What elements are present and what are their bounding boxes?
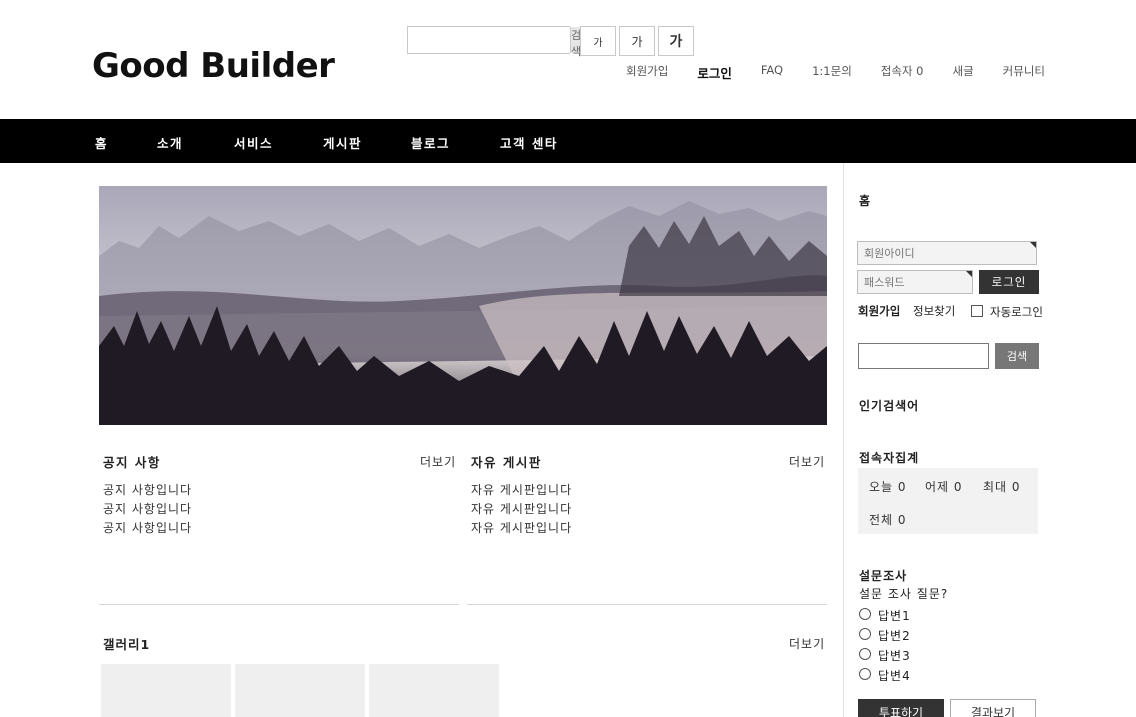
nav-item-about[interactable]: 소개 (157, 133, 183, 152)
stat-total: 전체 0 (869, 513, 907, 527)
auto-login-checkbox[interactable] (971, 305, 983, 317)
sidebar-home-link[interactable]: 홈 (859, 192, 870, 209)
stat-today: 오늘 0 (869, 480, 907, 494)
nav-item-blog[interactable]: 블로그 (411, 133, 450, 152)
header-link-community[interactable]: 커뮤니티 (1003, 63, 1045, 82)
poll-option-radio[interactable] (859, 608, 871, 620)
sidebar-search-button[interactable]: 검색 (995, 343, 1039, 369)
visitor-stats-box: 오늘 0 어제 0 최대 0 전체 0 (858, 468, 1038, 534)
header-links: 회원가입 로그인 FAQ 1:1문의 접속자 0 새글 커뮤니티 (597, 63, 1045, 82)
find-info-link[interactable]: 정보찾기 (913, 303, 955, 319)
stat-yesterday: 어제 0 (925, 480, 963, 494)
free-board-title[interactable]: 자유 게시판 (471, 452, 542, 471)
notice-board-title[interactable]: 공지 사항 (103, 452, 161, 471)
view-results-button[interactable]: 결과보기 (950, 699, 1036, 717)
notice-board-divider (99, 604, 459, 605)
nav-item-home[interactable]: 홈 (95, 133, 108, 152)
poll-option-label[interactable]: 답변1 (878, 607, 911, 624)
free-board-divider (467, 604, 827, 605)
poll-option-radio[interactable] (859, 668, 871, 680)
visitor-stats-title: 접속자집계 (859, 451, 920, 465)
auto-login-label[interactable]: 자동로그인 (990, 304, 1043, 320)
join-link[interactable]: 회원가입 (858, 304, 900, 318)
required-mark-icon (1030, 242, 1036, 248)
required-mark-icon (966, 271, 972, 277)
gallery-thumbnail[interactable] (235, 664, 365, 717)
header-link-faq[interactable]: FAQ (761, 63, 783, 82)
poll-option-radio[interactable] (859, 628, 871, 640)
free-board-more-link[interactable]: 더보기 (789, 453, 825, 470)
header-search: 검색 (407, 26, 582, 58)
stat-max: 최대 0 (983, 480, 1021, 494)
site-logo[interactable]: Good Builder (92, 46, 335, 86)
poll-option-label[interactable]: 답변3 (878, 647, 911, 664)
gallery-thumbnail[interactable] (369, 664, 499, 717)
notice-board-item[interactable]: 공지 사항입니다 (103, 500, 192, 517)
header-search-input[interactable] (408, 27, 570, 53)
sidebar-divider (843, 163, 844, 717)
header-link-login[interactable]: 로그인 (697, 63, 732, 82)
nav-item-board[interactable]: 게시판 (323, 133, 362, 152)
poll-option-radio[interactable] (859, 648, 871, 660)
notice-board-item[interactable]: 공지 사항입니다 (103, 519, 192, 536)
font-size-small-button[interactable]: 가 (580, 26, 616, 56)
notice-board-item[interactable]: 공지 사항입니다 (103, 481, 192, 498)
poll-title: 설문조사 (859, 569, 908, 583)
nav-item-support[interactable]: 고객 센타 (500, 133, 558, 152)
popular-searches-title: 인기검색어 (859, 399, 920, 413)
poll-option-label[interactable]: 답변4 (878, 667, 911, 684)
member-links: 회원가입 정보찾기 (858, 303, 955, 319)
poll-question: 설문 조사 질문? (859, 587, 949, 601)
header-link-qa[interactable]: 1:1문의 (812, 63, 852, 82)
member-id-field[interactable] (857, 241, 1037, 265)
poll-option-label[interactable]: 답변2 (878, 627, 911, 644)
vote-button[interactable]: 투표하기 (858, 699, 944, 717)
header-link-visitors[interactable]: 접속자 0 (881, 63, 924, 82)
header-link-join[interactable]: 회원가입 (626, 63, 668, 82)
sidebar-search-input[interactable] (858, 343, 989, 369)
gallery-more-link[interactable]: 더보기 (789, 635, 825, 652)
hero-image (99, 186, 827, 425)
font-size-medium-button[interactable]: 가 (619, 26, 655, 56)
free-board-item[interactable]: 자유 게시판입니다 (471, 481, 572, 498)
free-board-item[interactable]: 자유 게시판입니다 (471, 519, 572, 536)
header-link-new-posts[interactable]: 새글 (953, 63, 974, 82)
font-size-large-button[interactable]: 가 (658, 26, 694, 56)
nav-item-service[interactable]: 서비스 (234, 133, 273, 152)
gallery-title[interactable]: 갤러리1 (103, 634, 150, 653)
login-button[interactable]: 로그인 (979, 270, 1039, 294)
main-nav: 홈 소개 서비스 게시판 블로그 고객 센타 (0, 119, 1136, 163)
notice-board-more-link[interactable]: 더보기 (420, 453, 456, 470)
free-board-item[interactable]: 자유 게시판입니다 (471, 500, 572, 517)
gallery-thumbnail[interactable] (101, 664, 231, 717)
password-field[interactable] (857, 270, 973, 294)
